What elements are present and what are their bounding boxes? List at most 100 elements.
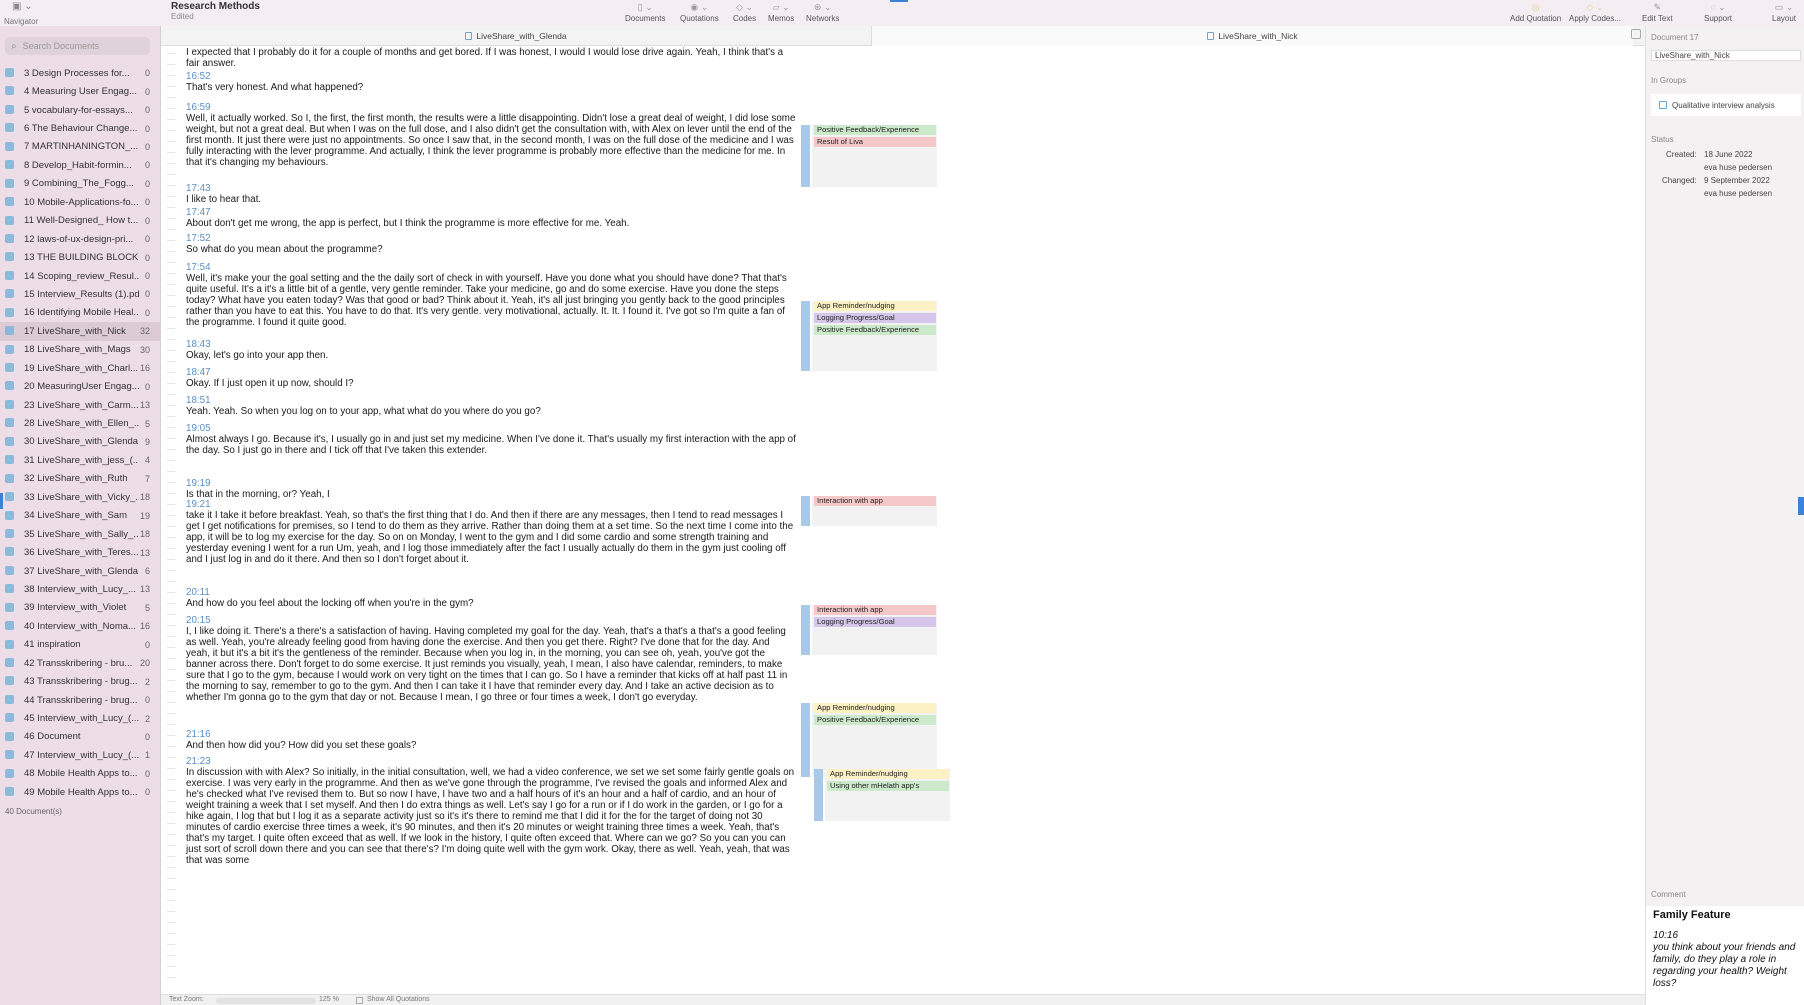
transcript-segment[interactable]: 18:51 Yeah. Yeah. So when you log on to y… bbox=[186, 395, 796, 417]
code-label[interactable]: App Reminder/nudging bbox=[814, 703, 936, 713]
code-label[interactable]: Logging Progress/Goal bbox=[814, 313, 936, 323]
document-item[interactable]: 19 LiveShare_with_Charl... 16 bbox=[0, 359, 161, 377]
document-item[interactable]: 43 Transskribering - brug... 2 bbox=[0, 672, 161, 690]
document-item[interactable]: 48 Mobile Health Apps to... 0 bbox=[0, 765, 161, 783]
document-item[interactable]: 4 Measuring User Engag... 0 bbox=[0, 82, 161, 100]
document-name-field[interactable]: LiveShare_with_Nick bbox=[1651, 50, 1801, 61]
document-item[interactable]: 20 MeasuringUser Engag... 0 bbox=[0, 377, 161, 395]
document-item[interactable]: 37 LiveShare_with_Glenda 6 bbox=[0, 562, 161, 580]
quotation-bar[interactable] bbox=[801, 496, 810, 526]
document-item[interactable]: 5 vocabulary-for-essays... 0 bbox=[0, 101, 161, 119]
document-item[interactable]: 49 Mobile Health Apps to... 0 bbox=[0, 783, 161, 801]
transcript-segment[interactable]: 20:11 And how do you feel about the locki… bbox=[186, 587, 796, 609]
quotation-block[interactable]: Interaction with app Logging Progress/Goa… bbox=[801, 605, 941, 655]
document-item[interactable]: 45 Interview_with_Lucy_(... 2 bbox=[0, 709, 161, 727]
code-label[interactable]: App Reminder/nudging bbox=[827, 769, 949, 779]
document-item[interactable]: 15 Interview_Results (1).pdf 0 bbox=[0, 285, 161, 303]
quotation-bar[interactable] bbox=[801, 703, 810, 777]
transcript-segment[interactable]: 17:54 Well, it's make your the goal setti… bbox=[186, 262, 796, 328]
transcript-segment[interactable]: 20:15 I, I like doing it. There's a there… bbox=[186, 615, 796, 703]
transcript-segment[interactable]: 19:19 Is that in the morning, or? Yeah, I bbox=[186, 478, 796, 500]
document-item[interactable]: 40 Interview_with_Noma... 16 bbox=[0, 617, 161, 635]
document-item[interactable]: 14 Scoping_review_Resul... 0 bbox=[0, 267, 161, 285]
document-item[interactable]: 8 Develop_Habit-formin... 0 bbox=[0, 156, 161, 174]
drag-handle[interactable] bbox=[890, 0, 908, 2]
document-item[interactable]: 30 LiveShare_with_Glenda 9 bbox=[0, 433, 161, 451]
code-label[interactable]: Positive Feedback/Experience bbox=[814, 715, 936, 725]
code-label[interactable]: Interaction with app bbox=[814, 605, 936, 615]
transcript-segment[interactable]: 21:23 In discussion with with Alex? So in… bbox=[186, 756, 796, 866]
add-quotation-button[interactable]: ◎ Add Quotation bbox=[1510, 0, 1561, 26]
document-item[interactable]: 47 Interview_with_Lucy_(... 1 bbox=[0, 746, 161, 764]
document-item[interactable]: 39 Interview_with_Violet 5 bbox=[0, 599, 161, 617]
transcript-segment[interactable]: 19:05 Almost always I go. Because it's, I… bbox=[186, 423, 796, 456]
group-item[interactable]: Qualitative interview analysis bbox=[1651, 94, 1801, 116]
document-item[interactable]: 42 Transskribering - bru... 20 bbox=[0, 654, 161, 672]
transcript-segment[interactable]: 17:52 So what do you mean about the progr… bbox=[186, 233, 796, 255]
support-button[interactable]: ◌ ⌄ Support bbox=[1704, 0, 1732, 26]
document-item[interactable]: 17 LiveShare_with_Nick 32 bbox=[0, 322, 161, 341]
sidebar-toggle-icon[interactable]: ▣ ⌄ bbox=[12, 1, 33, 12]
code-label[interactable]: Logging Progress/Goal bbox=[814, 617, 936, 627]
document-item[interactable]: 6 The Behaviour Change... 0 bbox=[0, 119, 161, 137]
transcript-segment[interactable]: 18:43 Okay, let's go into your app then. bbox=[186, 339, 796, 361]
codes-button[interactable]: ◇ ⌄ Codes bbox=[733, 0, 756, 26]
search-input[interactable]: ⌕ Search Documents bbox=[5, 37, 150, 55]
quotation-bar[interactable] bbox=[801, 605, 810, 655]
tab-liveshare-glenda[interactable]: LiveShare_with_Glenda bbox=[161, 26, 872, 46]
transcript-segment[interactable]: 19:21 take it I take it before breakfast.… bbox=[186, 499, 796, 565]
zoom-slider[interactable] bbox=[216, 998, 316, 1004]
quotation-bar[interactable] bbox=[801, 301, 810, 371]
show-quotations-checkbox[interactable] bbox=[356, 997, 363, 1004]
document-item[interactable]: 46 Document 0 bbox=[0, 728, 161, 746]
document-item[interactable]: 36 LiveShare_with_Teres... 13 bbox=[0, 543, 161, 561]
document-item[interactable]: 41 inspiration 0 bbox=[0, 636, 161, 654]
transcript-segment[interactable]: 17:47 About don't get me wrong, the app i… bbox=[186, 207, 796, 229]
quotation-bar[interactable] bbox=[801, 125, 810, 187]
transcript-segment[interactable]: 18:47 Okay. If I just open it up now, sho… bbox=[186, 367, 796, 389]
tab-liveshare-nick[interactable]: LiveShare_with_Nick bbox=[872, 26, 1633, 46]
transcript-segment[interactable]: 16:59 Well, it actually worked. So I, the… bbox=[186, 102, 796, 168]
code-label[interactable]: Using other mHelath app's bbox=[827, 781, 949, 791]
quotation-bar[interactable] bbox=[814, 769, 823, 821]
apply-codes-button[interactable]: ◇ ⌄ Apply Codes... bbox=[1569, 0, 1621, 26]
document-item[interactable]: 34 LiveShare_with_Sam 19 bbox=[0, 507, 161, 525]
document-item[interactable]: 32 LiveShare_with_Ruth 7 bbox=[0, 470, 161, 488]
quotations-button[interactable]: ◉ ⌄ Quotations bbox=[680, 0, 719, 26]
networks-button[interactable]: ⊛ ⌄ Networks bbox=[806, 0, 839, 26]
document-item[interactable]: 31 LiveShare_with_jess_(... 4 bbox=[0, 451, 161, 469]
quotation-block[interactable]: Interaction with app bbox=[801, 496, 941, 526]
document-item[interactable]: 13 THE BUILDING BLOCK... 0 bbox=[0, 248, 161, 266]
document-item[interactable]: 35 LiveShare_with_Sally_... 18 bbox=[0, 525, 161, 543]
quotation-block[interactable]: App Reminder/nudging Using other mHelath … bbox=[814, 769, 954, 821]
document-item[interactable]: 28 LiveShare_with_Ellen_... 5 bbox=[0, 414, 161, 432]
document-item[interactable]: 3 Design Processes for... 0 bbox=[0, 64, 161, 82]
code-label[interactable]: App Reminder/nudging bbox=[814, 301, 936, 311]
transcript-segment[interactable]: 17:43 I like to hear that. bbox=[186, 183, 796, 205]
documents-button[interactable]: ▯ ⌄ Documents bbox=[625, 0, 665, 26]
quotation-block[interactable]: App Reminder/nudging Logging Progress/Goa… bbox=[801, 301, 941, 371]
document-item[interactable]: 12 laws-of-ux-design-pri... 0 bbox=[0, 230, 161, 248]
code-label[interactable]: Positive Feedback/Experience bbox=[814, 125, 936, 135]
transcript-segment[interactable]: 21:16 And then how did you? How did you s… bbox=[186, 729, 796, 751]
document-item[interactable]: 16 Identifying Mobile Heal... 0 bbox=[0, 304, 161, 322]
code-label[interactable]: Interaction with app bbox=[814, 496, 936, 506]
document-view[interactable]: I expected that I probably do it for a c… bbox=[161, 47, 1645, 994]
code-label[interactable]: Result of Liva bbox=[814, 137, 936, 147]
document-item[interactable]: 11 Well-Designed_ How t... 0 bbox=[0, 212, 161, 230]
document-item[interactable]: 44 Transskribering - brug... 0 bbox=[0, 691, 161, 709]
memos-button[interactable]: ▱ ⌄ Memos bbox=[768, 0, 794, 26]
code-label[interactable]: Positive Feedback/Experience bbox=[814, 325, 936, 335]
document-item[interactable]: 10 Mobile-Applications-fo... 0 bbox=[0, 193, 161, 211]
quotation-block[interactable]: Positive Feedback/Experience Result of Li… bbox=[801, 125, 941, 187]
transcript-segment[interactable]: 16:52 That's very honest. And what happen… bbox=[186, 71, 796, 93]
document-item[interactable]: 38 Interview_with_Lucy_... 13 bbox=[0, 580, 161, 598]
inspector-toggle-icon[interactable] bbox=[1631, 29, 1641, 39]
quotation-block[interactable]: App Reminder/nudging Positive Feedback/Ex… bbox=[801, 703, 941, 777]
edit-text-button[interactable]: ✎ Edit Text bbox=[1642, 0, 1673, 26]
layout-button[interactable]: ▭ ⌄ Layout bbox=[1772, 0, 1796, 26]
document-item[interactable]: 33 LiveShare_with_Vicky_... 18 bbox=[0, 488, 161, 506]
document-item[interactable]: 18 LiveShare_with_Mags 30 bbox=[0, 341, 161, 359]
document-item[interactable]: 23 LiveShare_with_Carm... 13 bbox=[0, 396, 161, 414]
transcript-segment[interactable]: I expected that I probably do it for a c… bbox=[186, 47, 796, 69]
